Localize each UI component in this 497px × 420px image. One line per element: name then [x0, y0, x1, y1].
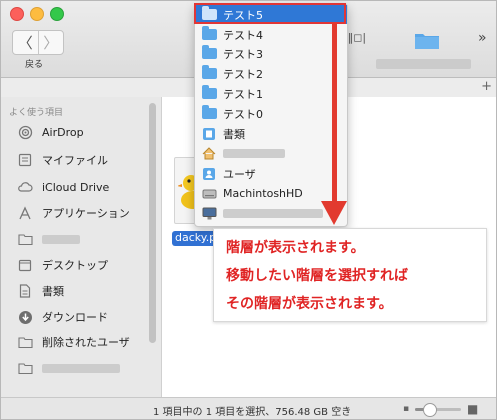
highlight-box	[194, 3, 346, 24]
folder-icon	[201, 45, 217, 61]
sidebar-item-downloads[interactable]: ダウンロード	[17, 306, 108, 328]
path-menu-item-label: ユーザ	[223, 167, 256, 181]
sidebar-item-documents[interactable]: 書類	[17, 280, 64, 302]
path-menu-item-label: MachintoshHD	[223, 187, 303, 200]
add-tab-button[interactable]: +	[481, 79, 492, 94]
large-icon-size-icon: ■	[467, 402, 479, 416]
sidebar-section-title: よく使う項目	[9, 108, 64, 118]
computer-icon	[201, 207, 217, 221]
path-menu-item-users[interactable]: ユーザ	[195, 164, 347, 183]
back-forward-group: 〈 〉	[12, 30, 64, 55]
back-label: 戻る	[25, 60, 44, 70]
icon-size-slider-knob[interactable]	[422, 403, 437, 417]
sidebar-item-desktop[interactable]: デスクトップ	[17, 254, 108, 276]
all-files-icon	[17, 152, 33, 168]
annotation-line-3: その階層が表示されます。	[226, 296, 393, 312]
blurred-label	[223, 209, 323, 218]
path-menu-item-test0[interactable]: テスト0	[195, 104, 347, 123]
airdrop-icon	[17, 124, 33, 140]
path-menu-item-test3[interactable]: テスト3	[195, 44, 347, 63]
sidebar-item-airdrop[interactable]: AirDrop	[17, 121, 84, 143]
sidebar-item-label: アプリケーション	[42, 207, 130, 220]
finder-window: 〈 〉 戻る |‖◻| » + よく使う項目 AirDrop マイファイル iC…	[0, 0, 497, 420]
users-folder-icon	[201, 167, 217, 181]
applications-icon	[17, 205, 33, 221]
home-icon	[201, 147, 217, 161]
chevron-left-icon: 〈	[17, 34, 33, 52]
path-menu-item-test2[interactable]: テスト2	[195, 64, 347, 83]
annotation-arrow-shaft	[332, 23, 337, 209]
status-text: 1 項目中の 1 項目を選択、756.48 GB 空き	[153, 407, 352, 418]
harddisk-icon	[201, 187, 217, 201]
annotation-arrow-head	[321, 201, 347, 225]
path-menu-item-label: テスト4	[223, 28, 263, 42]
minimize-window-button[interactable]	[30, 7, 44, 21]
folder-icon	[201, 105, 217, 121]
downloads-icon	[17, 309, 33, 325]
cloud-icon	[17, 179, 33, 195]
folder-icon	[201, 26, 217, 42]
sidebar-item-label: マイファイル	[42, 154, 108, 167]
annotation-line-1: 階層が表示されます。	[226, 240, 365, 256]
status-bar: 1 項目中の 1 項目を選択、756.48 GB 空き ▪ ■	[1, 397, 496, 419]
path-menu-item-label: テスト1	[223, 87, 263, 101]
desktop-icon	[17, 257, 33, 273]
sidebar-item-label: iCloud Drive	[42, 180, 110, 194]
sidebar-scrollbar[interactable]	[149, 103, 156, 343]
path-menu-item-label: テスト3	[223, 47, 263, 61]
path-menu-item-label: テスト0	[223, 107, 263, 121]
sidebar-item-blurred-folder[interactable]	[17, 228, 80, 250]
sidebar-item-label: 書類	[42, 285, 64, 298]
folder-icon	[201, 85, 217, 101]
documents-folder-icon	[201, 127, 217, 141]
sidebar-item-label: 削除されたユーザ	[42, 336, 130, 349]
small-icon-size-icon: ▪	[403, 404, 410, 414]
path-menu-item-documents[interactable]: 書類	[195, 124, 347, 143]
sidebar-item-label: AirDrop	[42, 125, 84, 139]
zoom-window-button[interactable]	[50, 7, 64, 21]
path-menu-item-label: テスト2	[223, 67, 263, 81]
path-menu-item-home[interactable]	[195, 144, 347, 163]
blurred-label	[42, 363, 120, 373]
sidebar-item-all-files[interactable]: マイファイル	[17, 149, 108, 171]
blurred-folder-title	[376, 59, 471, 69]
sidebar: よく使う項目 AirDrop マイファイル iCloud Drive アプリケー…	[1, 97, 162, 397]
folder-icon	[201, 65, 217, 81]
sidebar-item-blurred-folder-2[interactable]	[17, 357, 120, 379]
annotation-line-2: 移動したい階層を選択すれば	[226, 268, 408, 284]
close-window-button[interactable]	[10, 7, 24, 21]
icon-size-slider[interactable]	[415, 403, 461, 417]
folder-icon	[17, 334, 33, 350]
sidebar-item-deleted-users[interactable]: 削除されたユーザ	[17, 331, 130, 353]
blurred-label	[42, 234, 80, 244]
annotation-callout: 階層が表示されます。 移動したい階層を選択すれば その階層が表示されます。	[213, 228, 487, 322]
more-chevron-icon[interactable]: »	[478, 30, 487, 46]
back-button[interactable]: 〈	[13, 31, 38, 54]
path-menu-item-test4[interactable]: テスト4	[195, 25, 347, 44]
chevron-right-icon: 〉	[43, 34, 59, 52]
folder-icon	[17, 360, 33, 376]
blurred-label	[223, 149, 285, 158]
sidebar-item-icloud-drive[interactable]: iCloud Drive	[17, 176, 109, 198]
path-popup-menu: テスト5 テスト4 テスト3 テスト2 テスト1 テスト0 書類 ユーザ Mac…	[194, 3, 348, 227]
forward-button[interactable]: 〉	[37, 31, 64, 54]
path-menu-item-test1[interactable]: テスト1	[195, 84, 347, 103]
documents-icon	[17, 283, 33, 299]
sidebar-item-applications[interactable]: アプリケーション	[17, 202, 130, 224]
folder-icon	[415, 34, 439, 49]
sidebar-item-label: ダウンロード	[42, 311, 108, 324]
path-menu-item-label: 書類	[223, 127, 245, 141]
sidebar-item-label: デスクトップ	[42, 259, 108, 272]
folder-icon	[17, 231, 33, 247]
